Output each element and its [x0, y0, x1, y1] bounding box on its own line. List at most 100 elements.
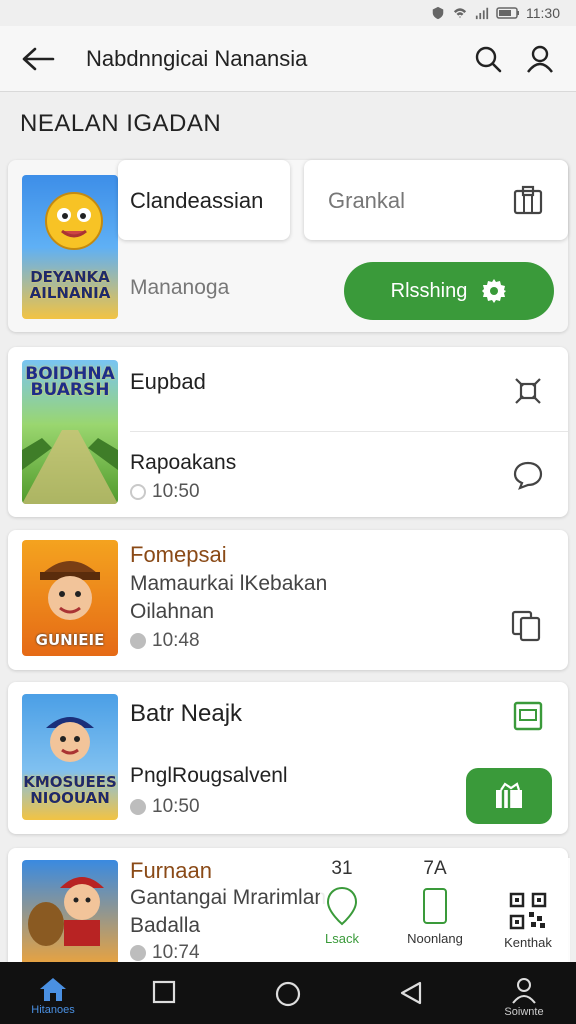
location-icon [326, 886, 358, 926]
thumbnail-caption: KMOSUEES NIOOUAN [23, 773, 117, 807]
copy-icon [511, 610, 541, 642]
timestamp: 10:50 [130, 481, 200, 503]
card-title: Fomepsai [130, 542, 227, 567]
collapse-button[interactable] [508, 371, 548, 411]
timestamp-value: 10:50 [152, 796, 200, 817]
nav-item-lsack[interactable]: 31 Lsack [320, 858, 364, 946]
nav-item-label: Kenthak [504, 935, 552, 950]
card-subtitle: PnglRougsalvenl [130, 764, 288, 787]
arrow-left-icon [22, 47, 55, 70]
timestamp: 10:50 [130, 796, 200, 818]
app-bar: Nabdnngicai Nanansia [0, 26, 576, 92]
wifi-icon [453, 8, 467, 19]
nav-item-label: Lsack [325, 931, 359, 946]
collapse-icon [515, 378, 541, 404]
timestamp-value: 10:50 [152, 481, 200, 502]
game-thumbnail [22, 860, 118, 970]
card-subtitle: Mananoga [130, 276, 230, 299]
tablet-icon [513, 701, 543, 731]
status-bar: 11:30 [0, 0, 576, 26]
timestamp: 10:74 [130, 942, 200, 964]
timestamp: 10:48 [130, 630, 200, 652]
title-panel[interactable]: Clandeassian [118, 160, 290, 240]
game-thumbnail: KMOSUEES NIOOUAN [22, 694, 118, 820]
qr-code-icon [509, 892, 547, 930]
search-icon [475, 46, 502, 72]
card-line1: Gantangai Mrarimlan [130, 886, 327, 909]
floating-nav: 31 Lsack 7A Noonlang Kenthak [320, 858, 570, 962]
mascot-icon [45, 192, 103, 250]
refresh-button[interactable]: Rlsshing [344, 262, 554, 320]
profile-tab-label: Soiwnte [504, 1006, 544, 1018]
clock-icon [130, 484, 146, 500]
list-item[interactable]: GUNIEIE Fomepsai Mamaurkai lKebakan Oila… [8, 530, 568, 670]
nav-item-label: Noonlang [407, 931, 463, 946]
card-line2: Badalla [130, 914, 201, 937]
open-button[interactable] [466, 768, 552, 824]
back-nav-button[interactable] [398, 980, 424, 1006]
count-badge: 31 [331, 858, 353, 879]
chat-bubble-icon [513, 461, 543, 490]
game-thumbnail: BOIDHNA BUARSH [22, 360, 118, 504]
timestamp-value: 10:74 [152, 942, 200, 963]
shield-icon [432, 6, 444, 20]
copy-button[interactable] [506, 606, 546, 646]
character-icon [40, 561, 100, 620]
card-title: Eupbad [130, 369, 206, 394]
clipboard-icon [513, 185, 543, 215]
user-icon [512, 978, 536, 1004]
section-title: NEALAN IGADAN [20, 110, 222, 137]
back-button[interactable] [8, 29, 68, 89]
glove-icon [28, 902, 64, 946]
card-subtitle: Rapoakans [130, 451, 237, 474]
field-icon [22, 430, 118, 504]
category-panel[interactable]: Grankal [304, 160, 568, 240]
page-title: Nabdnngicai Nanansia [86, 45, 308, 71]
thumbnail-caption: DEYANKA AILNANIA [29, 268, 111, 302]
home-tab-label: Hitanoes [31, 1004, 75, 1016]
system-nav-bar: Hitanoes Soiwnte [0, 962, 576, 1024]
card-line2: Oilahnan [130, 600, 215, 623]
account-button[interactable] [514, 33, 566, 85]
clock-icon [130, 799, 146, 815]
nav-item-noonlang[interactable]: 7A Noonlang [400, 858, 470, 946]
character-icon [46, 717, 94, 762]
card-title: Batr Neajk [130, 700, 243, 727]
gift-icon [496, 782, 522, 808]
clock-icon [130, 945, 146, 961]
thumbnail-caption: GUNIEIE [35, 631, 105, 649]
status-time: 11:30 [526, 5, 560, 21]
battery-icon [496, 7, 519, 19]
list-item[interactable]: DEYANKA AILNANIA Clandeassian Grankal Ma… [8, 160, 568, 332]
home-icon [40, 978, 66, 1001]
gear-icon [482, 279, 507, 303]
nav-item-kenthak[interactable]: Kenthak [496, 892, 560, 950]
chat-button[interactable] [508, 455, 548, 495]
home-button[interactable] [274, 980, 302, 1008]
refresh-button-label: Rlsshing [390, 279, 468, 302]
phone-icon [423, 888, 447, 924]
card-title: Furnaan [130, 858, 212, 883]
circle-icon [275, 981, 301, 1007]
card-title: Clandeassian [130, 188, 264, 213]
home-tab[interactable]: Hitanoes [18, 976, 88, 1016]
list-item[interactable]: BOIDHNA BUARSH Eupbad Rapoakans 10:50 [8, 347, 568, 517]
thumbnail-caption: BOIDHNA BUARSH [25, 364, 115, 400]
timestamp-value: 10:48 [152, 630, 200, 651]
square-icon [152, 980, 176, 1004]
card-line1: Mamaurkai lKebakan [130, 572, 328, 595]
tablet-button[interactable] [508, 696, 548, 736]
list-item[interactable]: KMOSUEES NIOOUAN Batr Neajk PnglRougsalv… [8, 682, 568, 834]
category-label: Grankal [328, 188, 406, 213]
recent-apps-button[interactable] [152, 980, 176, 1004]
count-badge: 7A [423, 858, 447, 879]
user-icon [527, 45, 553, 73]
profile-tab[interactable]: Soiwnte [496, 976, 552, 1018]
divider [130, 431, 568, 432]
game-thumbnail: GUNIEIE [22, 540, 118, 656]
game-thumbnail: DEYANKA AILNANIA [22, 175, 118, 319]
triangle-back-icon [400, 981, 422, 1005]
clock-icon [130, 633, 146, 649]
signal-icon [475, 7, 489, 20]
search-button[interactable] [462, 33, 514, 85]
